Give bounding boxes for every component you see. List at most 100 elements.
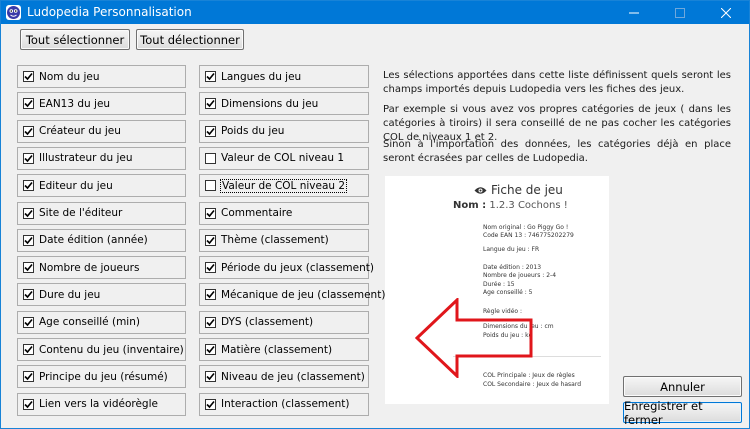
field-checkbox-row[interactable]: Dimensions du jeu bbox=[199, 92, 369, 116]
select-all-button[interactable]: Tout sélectionner bbox=[20, 29, 130, 50]
window-title: Ludopedia Personnalisation bbox=[27, 5, 192, 19]
checkmark-icon bbox=[206, 345, 215, 354]
preview-line: Nombre de joueurs : 2-4 bbox=[483, 272, 557, 279]
field-checkbox-label: Thème (classement) bbox=[221, 234, 329, 247]
field-checkbox-row[interactable]: Editeur du jeu bbox=[17, 174, 186, 198]
field-checkbox-row[interactable]: Dure du jeu bbox=[17, 283, 186, 307]
checkbox-checked[interactable] bbox=[23, 125, 34, 137]
field-checkbox-row[interactable]: Nom du jeu bbox=[17, 65, 186, 88]
field-checkbox-label: Période du jeux (classement) bbox=[221, 261, 374, 274]
checkbox-checked[interactable] bbox=[23, 234, 34, 246]
checkbox-checked[interactable] bbox=[205, 234, 216, 246]
field-checkbox-label: Mécanique de jeu (classement) bbox=[221, 288, 386, 301]
field-checkbox-row[interactable]: Poids du jeu bbox=[199, 119, 369, 143]
preview-line: Code EAN 13 : 746775202279 bbox=[483, 232, 574, 239]
field-checkbox-row[interactable]: Illustrateur du jeu bbox=[17, 146, 186, 170]
field-checkbox-label: Langues du jeu bbox=[221, 70, 302, 83]
checkmark-icon bbox=[24, 236, 33, 244]
field-checkbox-row[interactable]: Valeur de COL niveau 2 bbox=[199, 174, 369, 198]
checkmark-icon bbox=[206, 236, 215, 244]
checkbox-checked[interactable] bbox=[23, 344, 34, 355]
title-bar[interactable]: Ludopedia Personnalisation bbox=[1, 1, 749, 24]
field-checkbox-label: Niveau de jeu (classement) bbox=[221, 370, 365, 383]
field-checkbox-row[interactable]: Thème (classement) bbox=[199, 228, 369, 252]
field-checkbox-row[interactable]: Site de l'éditeur bbox=[17, 201, 186, 225]
checkmark-icon bbox=[24, 291, 33, 299]
preview-heading-text: Fiche de jeu bbox=[491, 183, 563, 197]
field-checkbox-row[interactable]: DYS (classement) bbox=[199, 310, 369, 334]
field-checkbox-label: Date édition (année) bbox=[39, 234, 148, 247]
checkmark-icon bbox=[24, 127, 33, 135]
field-checkbox-row[interactable]: Lien vers la vidéorègle bbox=[17, 392, 186, 416]
close-icon bbox=[721, 7, 731, 18]
deselect-all-button[interactable]: Tout délectionner bbox=[136, 29, 244, 50]
field-checkbox-row[interactable]: Langues du jeu bbox=[199, 65, 369, 88]
checkbox-checked[interactable] bbox=[23, 180, 34, 192]
field-checkbox-row[interactable]: Valeur de COL niveau 1 bbox=[199, 146, 369, 170]
checkmark-icon bbox=[206, 291, 215, 299]
field-checkbox-label: Lien vers la vidéorègle bbox=[39, 398, 158, 411]
field-checkbox-label: Nombre de joueurs bbox=[39, 261, 140, 274]
checkmark-icon bbox=[24, 373, 33, 381]
checkmark-icon bbox=[206, 318, 215, 326]
field-checkbox-row[interactable]: Mécanique de jeu (classement) bbox=[199, 283, 385, 307]
checkbox-checked[interactable] bbox=[23, 316, 34, 328]
field-checkbox-label: Editeur du jeu bbox=[39, 179, 113, 192]
checkbox-checked[interactable] bbox=[205, 316, 216, 328]
checkbox-checked[interactable] bbox=[205, 398, 216, 410]
checkbox-checked[interactable] bbox=[205, 71, 216, 82]
preview-line: Date édition : 2013 bbox=[483, 264, 542, 271]
checkbox-checked[interactable] bbox=[205, 98, 216, 110]
checkbox-checked[interactable] bbox=[23, 371, 34, 383]
field-checkbox-row[interactable]: Nombre de joueurs bbox=[17, 256, 186, 280]
field-checkbox-row[interactable]: Créateur du jeu bbox=[17, 119, 186, 143]
checkmark-icon bbox=[206, 127, 215, 135]
field-checkbox-label: Age conseillé (min) bbox=[39, 316, 140, 329]
preview-line: Nom original : Go Piggy Go ! bbox=[483, 224, 569, 231]
checkbox-checked[interactable] bbox=[23, 207, 34, 219]
field-checkbox-row[interactable]: Niveau de jeu (classement) bbox=[199, 365, 369, 389]
checkbox-checked[interactable] bbox=[205, 262, 216, 274]
field-checkbox-row[interactable]: Commentaire bbox=[199, 201, 369, 225]
checkmark-icon bbox=[206, 400, 215, 408]
checkmark-icon bbox=[24, 400, 33, 408]
checkmark-icon bbox=[24, 264, 33, 272]
cancel-button[interactable]: Annuler bbox=[623, 376, 742, 397]
checkmark-icon bbox=[206, 72, 215, 81]
preview-line: Langue du jeu : FR bbox=[483, 246, 540, 253]
save-and-close-button[interactable]: Enregistrer et fermer bbox=[623, 399, 742, 427]
checkbox-checked[interactable] bbox=[205, 344, 216, 355]
field-checkbox-label: Nom du jeu bbox=[39, 70, 100, 83]
checkbox-checked[interactable] bbox=[23, 398, 34, 410]
preview-line: COL Secondaire : Jeux de hasard bbox=[483, 381, 582, 388]
checkbox-checked[interactable] bbox=[23, 289, 34, 301]
field-checkbox-row[interactable]: Matière (classement) bbox=[199, 338, 369, 361]
minimize-button[interactable] bbox=[611, 1, 657, 24]
field-checkbox-row[interactable]: EAN13 du jeu bbox=[17, 92, 186, 116]
checkbox-checked[interactable] bbox=[205, 371, 216, 383]
field-checkbox-row[interactable]: Principe du jeu (résumé) bbox=[17, 365, 186, 389]
preview-game-name: Nom : 1.2.3 Cochons ! bbox=[453, 200, 568, 211]
checkbox-checked[interactable] bbox=[23, 262, 34, 274]
checkmark-icon bbox=[24, 209, 33, 217]
field-checkbox-row[interactable]: Contenu du jeu (inventaire) bbox=[17, 338, 186, 361]
field-checkbox-label: Dure du jeu bbox=[39, 288, 101, 301]
preview-line: Durée : 15 bbox=[483, 281, 515, 288]
checkbox-unchecked[interactable] bbox=[205, 152, 216, 164]
checkbox-checked[interactable] bbox=[23, 152, 34, 164]
maximize-button[interactable] bbox=[657, 1, 703, 24]
field-checkbox-row[interactable]: Période du jeux (classement) bbox=[199, 256, 374, 280]
checkbox-unchecked[interactable] bbox=[205, 180, 216, 192]
close-button[interactable] bbox=[703, 1, 749, 24]
checkbox-checked[interactable] bbox=[23, 98, 34, 110]
field-checkbox-row[interactable]: Interaction (classement) bbox=[199, 392, 369, 416]
field-checkbox-row[interactable]: Date édition (année) bbox=[17, 228, 186, 252]
field-checkbox-label: Valeur de COL niveau 1 bbox=[221, 152, 345, 165]
checkbox-checked[interactable] bbox=[205, 125, 216, 137]
field-checkbox-label: Poids du jeu bbox=[221, 125, 285, 138]
checkbox-checked[interactable] bbox=[205, 289, 216, 301]
checkbox-checked[interactable] bbox=[23, 71, 34, 82]
checkbox-checked[interactable] bbox=[205, 207, 216, 219]
field-checkbox-label: Interaction (classement) bbox=[221, 398, 350, 411]
field-checkbox-row[interactable]: Age conseillé (min) bbox=[17, 310, 186, 334]
